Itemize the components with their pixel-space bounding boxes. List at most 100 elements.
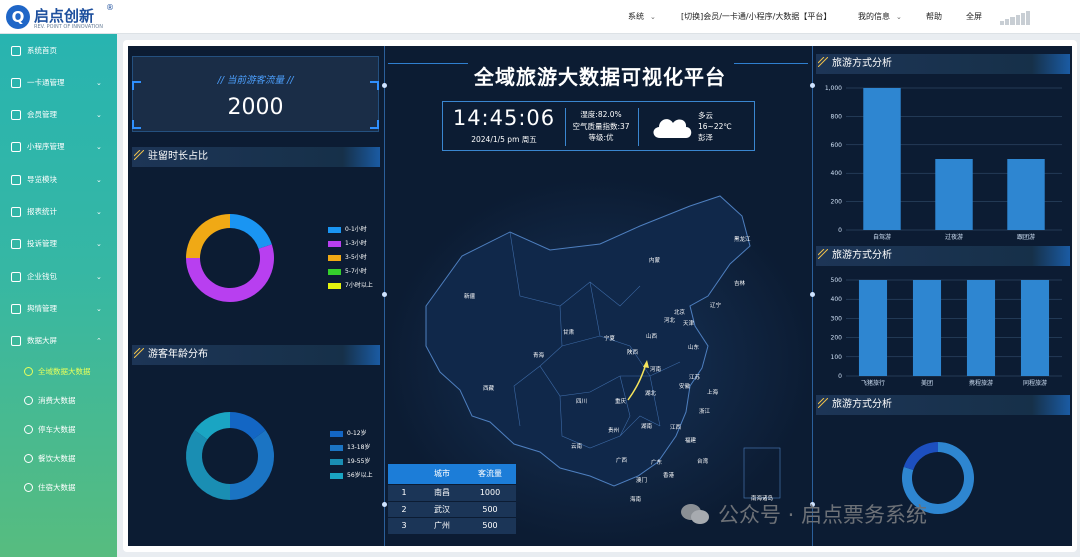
sidebar-item-datascreen[interactable]: 数据大屏 ⌃ [0, 331, 117, 351]
chevron-down-icon: ⌄ [896, 13, 902, 21]
air-level: 等级:优 [588, 133, 614, 142]
nav-my-info-label: 我的信息 [858, 12, 890, 21]
sidebar-item-label: 投诉管理 [27, 239, 57, 248]
top-bar: Q 启点创新 REV. POINT OF INNOVATION ® 系统 ⌄ [切… [0, 0, 1080, 34]
sidebar-item-report[interactable]: 报表统计 ⌄ [0, 202, 117, 222]
map-label: 澳门 [636, 478, 648, 484]
map-label: 新疆 [464, 294, 476, 300]
sidebar-subitem-global[interactable]: 全域数据大数据 [0, 362, 117, 382]
bar [966, 280, 996, 376]
table-cell: 500 [482, 521, 498, 530]
table-row: 2 武汉 500 [388, 500, 516, 517]
map-label: 天津 [683, 321, 695, 327]
table-header: 城市 客流量 [388, 464, 516, 484]
panel-title-age: 游客年龄分布 [132, 345, 380, 365]
sidebar-subitem-parking[interactable]: 停车大数据 [0, 420, 117, 440]
divider-dot [382, 292, 387, 297]
sidebar-subitem-label: 全域数据大数据 [38, 367, 91, 376]
page-title: 全域旅游大数据可视化平台 [474, 65, 726, 89]
sidebar-subitem-consume[interactable]: 消费大数据 [0, 391, 117, 411]
legend-label: 19-55岁 [347, 458, 371, 465]
wechat-icon [681, 504, 709, 524]
panel-title-text: 旅游方式分析 [832, 250, 892, 261]
map-label: 重庆 [615, 399, 627, 405]
map-label: 江西 [670, 425, 682, 431]
opinion-icon [11, 304, 21, 314]
legend-item: 0-12岁 [330, 427, 373, 441]
map-label: 黑龙江 [734, 237, 751, 243]
sidebar-item-label: 报表统计 [27, 207, 57, 216]
nav-help[interactable]: 帮助 [926, 0, 942, 34]
legend-label: 3-5小时 [345, 254, 367, 261]
nav-system[interactable]: 系统 ⌄ [628, 0, 656, 34]
nav-switch-label: [切换]会员/一卡通/小程序/大数据【平台】 [681, 12, 832, 21]
y-tick-label: 100 [831, 354, 843, 361]
panel-title-text: 旅游方式分析 [832, 399, 892, 410]
age-legend: 0-12岁 13-18岁 19-55岁 56岁以上 [330, 427, 373, 483]
y-tick-label: 400 [831, 296, 843, 303]
sidebar-item-card[interactable]: 一卡通管理 ⌄ [0, 73, 117, 93]
stay-donut-chart [186, 214, 274, 302]
bar [1007, 159, 1045, 230]
chevron-down-icon: ⌄ [96, 240, 102, 248]
panel-title-travel-3: 旅游方式分析 [816, 395, 1070, 415]
user-icon [11, 110, 21, 120]
chevron-down-icon: ⌄ [96, 273, 102, 281]
sidebar-item-complaint[interactable]: 投诉管理 ⌄ [0, 234, 117, 254]
logo[interactable]: Q 启点创新 REV. POINT OF INNOVATION ® [6, 3, 116, 31]
nav-help-label: 帮助 [926, 12, 942, 21]
donut-slice [186, 430, 230, 500]
table-cell: 武汉 [434, 504, 450, 514]
chevron-down-icon: ⌄ [96, 305, 102, 313]
legend-item: 13-18岁 [330, 441, 373, 455]
sidebar-item-guide[interactable]: 导览模块 ⌄ [0, 170, 117, 190]
sidebar-item-wallet[interactable]: 企业钱包 ⌄ [0, 267, 117, 287]
data-screen-icon [11, 336, 21, 346]
signal-bars-icon [1000, 11, 1031, 25]
y-tick-label: 1,000 [825, 85, 842, 92]
sidebar-item-home[interactable]: 系统首页 [0, 41, 117, 61]
legend-item: 0-1小时 [328, 223, 373, 237]
legend-swatch [330, 459, 343, 465]
chevron-down-icon: ⌄ [96, 111, 102, 119]
sidebar-item-opinion[interactable]: 舆情管理 ⌄ [0, 299, 117, 319]
legend-label: 5-7小时 [345, 268, 367, 275]
legend-swatch [328, 255, 341, 261]
panel-title-text: 游客年龄分布 [148, 349, 208, 360]
x-tick-label: 跟团游 [1017, 233, 1035, 241]
time-weather-box: 14:45:06 2024/1/5 pm 周五 湿度:82.0% 空气质量指数:… [442, 101, 755, 151]
table-row: 1 南昌 1000 [388, 484, 516, 501]
map-label: 广东 [651, 460, 663, 466]
legend-swatch [330, 473, 343, 479]
nav-switch[interactable]: [切换]会员/一卡通/小程序/大数据【平台】 [681, 0, 831, 34]
sidebar-item-label: 会员管理 [27, 110, 57, 119]
sidebar-subitem-label: 餐饮大数据 [38, 454, 76, 463]
panel-title-text: 旅游方式分析 [832, 58, 892, 69]
map-label: 北京 [674, 310, 686, 316]
y-tick-label: 600 [831, 142, 843, 149]
sidebar-item-member[interactable]: 会员管理 ⌄ [0, 105, 117, 125]
nav-fullscreen[interactable]: 全屏 [966, 0, 982, 34]
sidebar-subitem-dining[interactable]: 餐饮大数据 [0, 449, 117, 469]
watermark: 公众号 · 启点票务系统 [680, 498, 927, 530]
logo-brand: 启点创新 [34, 7, 95, 25]
legend-item: 56岁以上 [330, 469, 373, 483]
legend-label: 13-18岁 [347, 444, 371, 451]
chevron-down-icon: ⌄ [650, 13, 656, 21]
chart-icon [24, 367, 33, 376]
map-label: 广西 [616, 458, 628, 464]
sidebar-subitem-lodging[interactable]: 住宿大数据 [0, 478, 117, 498]
dining-icon [24, 454, 33, 463]
sidebar-item-miniapp[interactable]: 小程序管理 ⌄ [0, 137, 117, 157]
stripe-icon [134, 348, 144, 358]
logo-reg: ® [106, 3, 114, 12]
table-cell: 3 [401, 521, 407, 530]
legend-item: 7小时以上 [328, 279, 373, 293]
air-quality: 空气质量指数:37 [572, 121, 630, 131]
nav-my-info[interactable]: 我的信息 ⌄ [858, 0, 902, 34]
legend-swatch [330, 431, 343, 437]
map-label: 山东 [688, 345, 700, 351]
map-label: 海南 [630, 497, 642, 503]
stripe-icon [818, 398, 828, 408]
table-row: 3 广州 500 [388, 517, 516, 534]
